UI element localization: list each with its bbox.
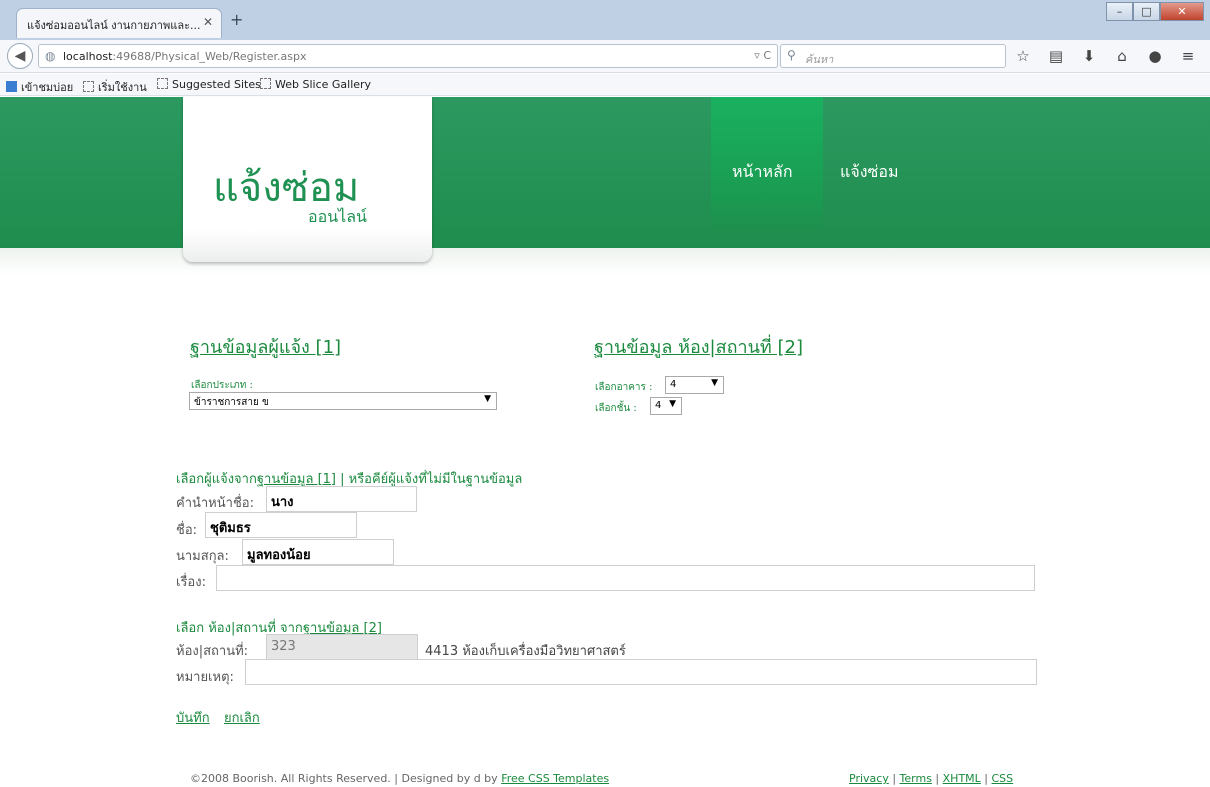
footer-link-terms[interactable]: Terms <box>900 772 932 785</box>
dropdown-arrow-icon: ▼ <box>669 399 676 409</box>
search-placeholder: ค้นหา <box>805 53 834 66</box>
name-label: ชื่อ: <box>176 523 198 538</box>
dropdown-arrow-icon: ▼ <box>484 394 491 404</box>
address-bar[interactable]: ◍ localhost:49688/Physical_Web/Register.… <box>38 44 778 68</box>
menu-icon[interactable]: ≡ <box>1179 47 1197 65</box>
browser-tab-bar: แจ้งซ่อมออนไลน์ งานกายภาพและ... ✕ + – □ … <box>0 0 1210 40</box>
dropdown-arrow-icon: ▼ <box>711 378 718 388</box>
bookmark-item[interactable]: Web Slice Gallery <box>260 78 371 91</box>
surname-label: นามสกุล: <box>176 549 229 564</box>
bookmark-star-icon[interactable]: ☆ <box>1014 47 1032 65</box>
reporter-db-title[interactable]: ฐานข้อมูลผู้แจ้ง [1] <box>190 332 341 361</box>
subject-input[interactable] <box>216 565 1035 591</box>
type-label: เลือกประเภท : <box>191 380 253 391</box>
note-label: หมายเหตุ: <box>176 670 234 685</box>
new-tab-icon[interactable]: + <box>230 10 243 29</box>
type-select[interactable]: ข้าราชการสาย ข ▼ <box>189 392 497 410</box>
search-icon: ⚲ <box>787 48 796 62</box>
home-icon[interactable]: ⌂ <box>1113 47 1131 65</box>
browser-nav-bar: ◀ ◍ localhost:49688/Physical_Web/Registe… <box>0 40 1210 73</box>
room-label: ห้อง|สถานที่: <box>176 644 249 659</box>
tab-title: แจ้งซ่อมออนไลน์ งานกายภาพและ... <box>27 19 201 32</box>
reading-list-icon[interactable]: ▤ <box>1047 47 1065 65</box>
bookmark-item[interactable]: เข้าชมบ่อย <box>6 78 73 96</box>
minimize-icon[interactable]: – <box>1106 2 1133 21</box>
menu-item-report[interactable]: แจ้งซ่อม <box>840 160 899 185</box>
globe-icon: ◍ <box>45 49 56 63</box>
bookmark-page-icon <box>6 81 17 92</box>
back-arrow-icon[interactable]: ◀ <box>7 43 33 69</box>
window-controls: – □ ✕ <box>1106 2 1204 21</box>
footer-copyright: ©2008 Boorish. All Rights Reserved. | De… <box>190 772 610 785</box>
chat-icon[interactable]: ● <box>1146 47 1164 65</box>
subject-label: เรื่อง: <box>176 575 206 590</box>
site-header <box>0 97 1210 248</box>
browser-tab[interactable]: แจ้งซ่อมออนไลน์ งานกายภาพและ... ✕ <box>16 8 222 38</box>
room-input[interactable]: 323 <box>266 634 418 660</box>
save-link[interactable]: บันทึก <box>176 707 210 728</box>
floor-label: เลือกชั้น : <box>595 403 637 414</box>
footer-link-privacy[interactable]: Privacy <box>849 772 889 785</box>
room-db-title[interactable]: ฐานข้อมูล ห้อง|สถานที่ [2] <box>594 332 803 361</box>
bookmark-item[interactable]: เริ่มใช้งาน <box>83 78 147 96</box>
bookmarks-bar: เข้าชมบ่อย เริ่มใช้งาน Suggested Sites W… <box>0 74 1210 96</box>
footer-link-css[interactable]: CSS <box>992 772 1014 785</box>
reload-icon[interactable]: ▿ C <box>754 49 771 62</box>
prefix-input[interactable]: นาง <box>266 486 417 512</box>
footer-link-xhtml[interactable]: XHTML <box>943 772 981 785</box>
name-input[interactable]: ชุติมธร <box>205 512 357 538</box>
search-bar[interactable]: ⚲ ค้นหา <box>780 44 1006 68</box>
cancel-link[interactable]: ยกเลิก <box>224 707 260 728</box>
bookmark-folder-icon <box>157 78 168 89</box>
footer-links: Privacy | Terms | XHTML | CSS <box>849 772 1014 785</box>
logo-subtitle: ออนไลน์ <box>308 207 367 226</box>
reporter-db-link[interactable]: ฐานข้อมูล [1] <box>257 472 336 487</box>
close-window-icon[interactable]: ✕ <box>1160 2 1204 21</box>
note-input[interactable] <box>245 659 1037 685</box>
room-description: 4413 ห้องเก็บเครื่องมือวิทยาศาสตร์ <box>425 644 626 659</box>
url-text: localhost:49688/Physical_Web/Register.as… <box>63 50 307 63</box>
close-tab-icon[interactable]: ✕ <box>203 15 213 29</box>
header-shadow <box>0 248 1210 276</box>
bookmark-folder-icon <box>83 81 94 92</box>
building-label: เลือกอาคาร : <box>595 382 653 393</box>
menu-item-home[interactable]: หน้าหลัก <box>732 160 793 185</box>
surname-input[interactable]: มูลทองน้อย <box>242 539 394 565</box>
site-logo[interactable]: แจ้งซ่อม ออนไลน์ <box>183 97 432 262</box>
prefix-label: คำนำหน้าชื่อ: <box>176 496 254 511</box>
free-css-templates-link[interactable]: Free CSS Templates <box>501 772 609 785</box>
bookmark-folder-icon <box>260 78 271 89</box>
download-icon[interactable]: ⬇ <box>1080 47 1098 65</box>
floor-select[interactable]: 4 ▼ <box>650 397 682 415</box>
browser-toolbar: ☆ ▤ ⬇ ⌂ ● ≡ <box>1014 47 1197 65</box>
building-select[interactable]: 4 ▼ <box>665 376 724 394</box>
bookmark-item[interactable]: Suggested Sites <box>157 78 261 91</box>
maximize-icon[interactable]: □ <box>1133 2 1160 21</box>
